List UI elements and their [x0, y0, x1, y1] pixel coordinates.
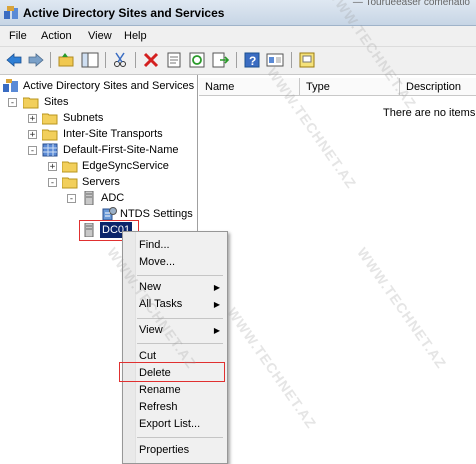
up-folder-icon[interactable]	[56, 51, 76, 69]
menu-bar: File Action View Help	[0, 26, 476, 47]
menu-item-properties[interactable]: Properties	[139, 444, 189, 456]
mmc-icon[interactable]	[265, 51, 285, 69]
forward-arrow-icon[interactable]	[26, 51, 46, 69]
refresh-icon[interactable]	[187, 51, 207, 69]
tree-node-subnets[interactable]: + Subnets	[28, 110, 188, 126]
back-arrow-icon[interactable]	[4, 51, 24, 69]
tree-node-edgesyncservice[interactable]: + EdgeSyncService	[48, 158, 188, 174]
menu-item-find[interactable]: Find...	[139, 239, 170, 251]
help-icon[interactable]: ?	[242, 51, 262, 69]
submenu-arrow-icon: ▶	[213, 300, 220, 309]
show-tree-icon[interactable]	[80, 51, 100, 69]
collapse-icon[interactable]: -	[28, 146, 37, 156]
menu-item-new[interactable]: New	[139, 281, 161, 293]
tree-label-inter-site-transports: Inter-Site Transports	[63, 128, 163, 140]
tree-root-label: Active Directory Sites and Services	[23, 80, 195, 92]
tree-label-servers: Servers	[82, 176, 120, 188]
folder-icon	[61, 176, 78, 189]
menu-item-move[interactable]: Move...	[139, 256, 175, 268]
cut-icon[interactable]	[110, 51, 130, 69]
empty-list-message: There are no items	[383, 107, 476, 119]
highlight-box-delete	[119, 362, 225, 382]
menu-help[interactable]: Help	[124, 30, 147, 42]
tree-node-sites[interactable]: - Sites	[8, 94, 188, 110]
expand-icon[interactable]: +	[28, 114, 37, 124]
window-title: Active Directory Sites and Services	[23, 6, 225, 20]
tree-node-servers[interactable]: - Servers	[48, 174, 168, 190]
folder-icon	[41, 112, 58, 125]
submenu-arrow-icon: ▶	[213, 283, 220, 292]
svg-text:?: ?	[249, 54, 256, 68]
tree-label-sites: Sites	[44, 96, 69, 108]
folder-icon	[41, 128, 58, 141]
collapse-icon[interactable]: -	[48, 178, 57, 188]
submenu-arrow-icon: ▶	[213, 326, 220, 335]
tree-node-inter-site-transports[interactable]: + Inter-Site Transports	[28, 126, 193, 142]
collapse-icon[interactable]: -	[67, 194, 76, 204]
folder-icon	[22, 96, 39, 109]
menu-file[interactable]: File	[9, 30, 27, 42]
expand-icon[interactable]: +	[28, 130, 37, 140]
menu-view[interactable]: View	[88, 30, 112, 42]
ad-sites-icon	[3, 79, 19, 92]
tree-label-adc: ADC	[101, 192, 125, 204]
tree-root[interactable]: Active Directory Sites and Services	[3, 78, 197, 94]
folder-icon	[61, 160, 78, 173]
tree-label-subnets: Subnets	[63, 112, 104, 124]
properties-icon[interactable]	[164, 51, 184, 69]
site-icon	[42, 143, 58, 157]
console-icon[interactable]	[297, 51, 317, 69]
tree-label-default-first-site: Default-First-Site-Name	[63, 144, 179, 156]
server-icon	[84, 190, 100, 206]
ad-sites-app-icon	[3, 5, 19, 20]
menu-item-cut[interactable]: Cut	[139, 350, 156, 362]
tree-node-default-first-site[interactable]: - Default-First-Site-Name	[28, 142, 196, 158]
context-menu: Find... Move... New ▶ All Tasks ▶ View ▶…	[122, 231, 228, 464]
column-header-description[interactable]: Description	[400, 78, 476, 96]
tree-node-adc[interactable]: - ADC	[67, 190, 147, 206]
menu-item-all-tasks[interactable]: All Tasks	[139, 298, 182, 310]
menu-item-rename[interactable]: Rename	[139, 384, 181, 396]
menu-action[interactable]: Action	[41, 30, 72, 42]
export-icon[interactable]	[210, 51, 230, 69]
collapse-icon[interactable]: -	[8, 98, 17, 108]
expand-icon[interactable]: +	[48, 162, 57, 172]
ntds-settings-icon	[102, 206, 118, 221]
menu-item-export-list[interactable]: Export List...	[139, 418, 200, 430]
delete-icon[interactable]	[141, 51, 161, 69]
result-pane: Name Type Description There are no items	[199, 75, 476, 462]
title-bar: Active Directory Sites and Services — To…	[0, 0, 476, 26]
tree-label-edgesyncservice: EdgeSyncService	[82, 160, 169, 172]
menu-item-refresh[interactable]: Refresh	[139, 401, 178, 413]
background-window-text: — Tourueeaser comenatio	[352, 0, 470, 8]
menu-item-view[interactable]: View	[139, 324, 163, 336]
toolbar: ?	[0, 47, 476, 75]
column-header-type[interactable]: Type	[300, 78, 400, 96]
column-header-name[interactable]: Name	[199, 78, 300, 96]
